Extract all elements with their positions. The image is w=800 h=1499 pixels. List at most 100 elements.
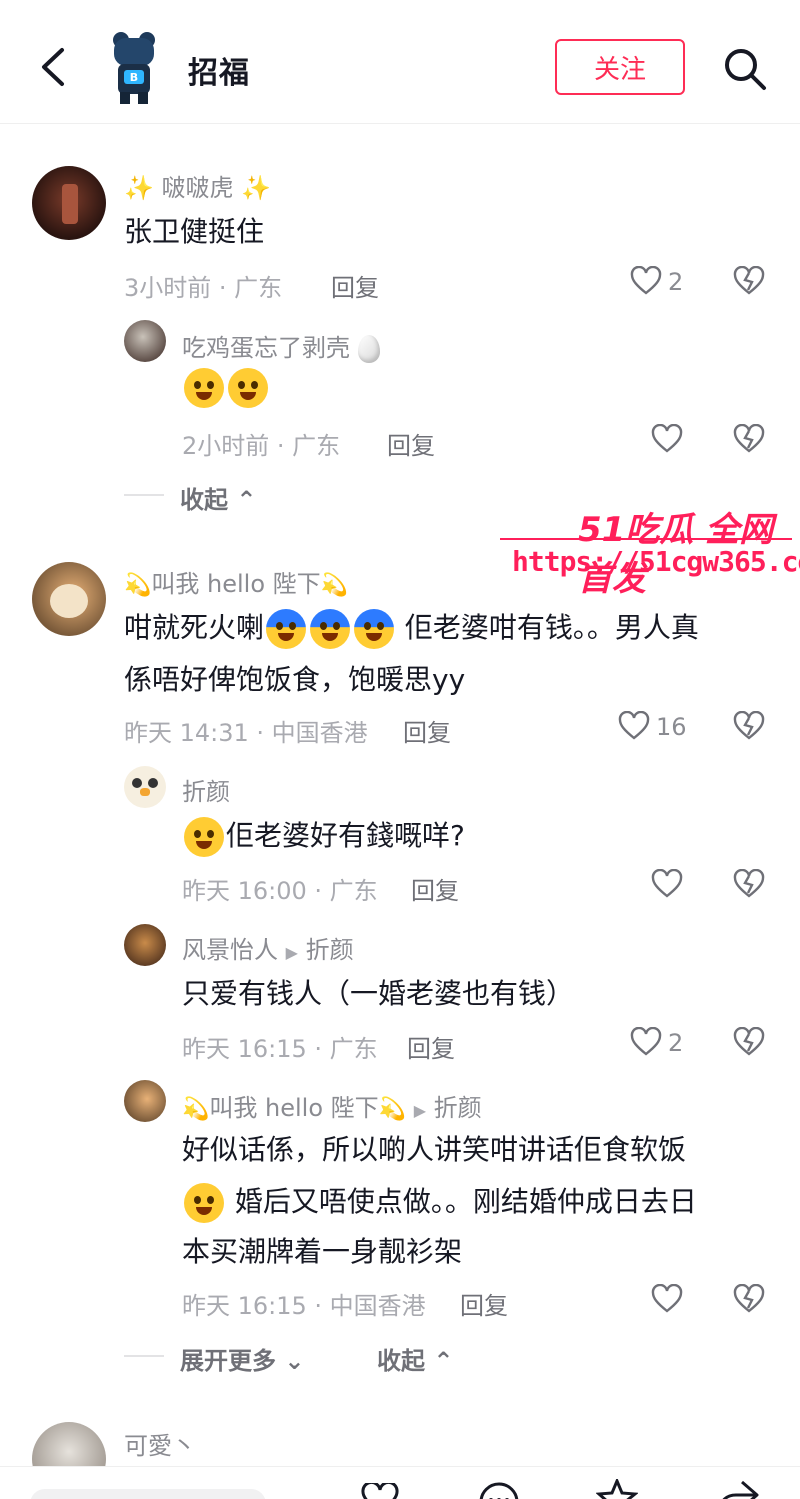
- like-icon[interactable]: [618, 711, 650, 741]
- reply-button[interactable]: 回复: [411, 871, 459, 906]
- reply-text-part: 佢老婆好有錢嘅咩?: [226, 819, 465, 852]
- comment-text-line: 係唔好俾饱饭食，饱暖思yy: [124, 663, 466, 696]
- reply-meta: 昨天 16:00 · 广东: [182, 877, 378, 905]
- like-icon[interactable]: [651, 869, 683, 899]
- like-icon[interactable]: [630, 1027, 662, 1057]
- dislike-icon[interactable]: [733, 711, 765, 741]
- collapse-label: 收起: [180, 486, 228, 514]
- like-icon[interactable]: [360, 1483, 400, 1499]
- egg-icon: [357, 335, 380, 363]
- dislike-icon[interactable]: [733, 1027, 765, 1057]
- crying-laughing-emoji: [184, 368, 224, 408]
- avatar[interactable]: [124, 1080, 166, 1122]
- search-icon[interactable]: [722, 46, 768, 92]
- dislike-icon[interactable]: [733, 869, 765, 899]
- page-title: 招福: [188, 56, 250, 91]
- like-icon[interactable]: [651, 1284, 683, 1314]
- reply-username-text: 叫我 hello 陛下: [209, 1094, 379, 1122]
- reply-button[interactable]: 回复: [407, 1029, 455, 1064]
- comment-text: 咁就死火喇 佢老婆咁有钱。。男人真: [124, 602, 699, 654]
- cold-sweat-emoji: [354, 609, 395, 649]
- reply-text-line: 本买潮牌着一身靓衫架: [182, 1235, 463, 1268]
- chevron-up-icon: ⌃: [236, 486, 257, 514]
- watermark-url: https://51cgw365.com: [512, 545, 800, 578]
- reply-text: 佢老婆好有錢嘅咩?: [182, 810, 465, 862]
- reply-button[interactable]: 回复: [331, 268, 379, 303]
- comment-icon[interactable]: [478, 1481, 520, 1499]
- reply-text-part: 婚后又唔使点做。。刚结婚仲成日去日: [234, 1185, 697, 1218]
- top-bar: B 招福 关注: [0, 0, 800, 124]
- like-count: 2: [668, 268, 684, 296]
- like-count: 16: [656, 713, 687, 741]
- cold-sweat-emoji: [310, 609, 351, 649]
- avatar[interactable]: [32, 166, 106, 240]
- comment-text-part: 咁就死火喇: [124, 611, 265, 644]
- crying-emoji: [184, 817, 224, 857]
- like-count: 2: [668, 1029, 684, 1057]
- reply-username-text: 风景怡人: [182, 936, 278, 964]
- like-icon[interactable]: [630, 266, 662, 296]
- comment-username[interactable]: 可愛丶: [124, 1426, 196, 1461]
- reply-button[interactable]: 回复: [403, 713, 451, 748]
- reply-username[interactable]: 折颜: [182, 772, 230, 807]
- play-arrow-icon: ▶: [413, 1101, 427, 1120]
- author-avatar[interactable]: B: [104, 30, 164, 104]
- share-icon[interactable]: [716, 1479, 760, 1499]
- reply-username[interactable]: 💫叫我 hello 陛下💫 ▶ 折颜: [182, 1088, 482, 1123]
- bottom-action-bar: [0, 1466, 800, 1499]
- comet-icon: 💫: [182, 1097, 210, 1122]
- cold-sweat-emoji: [266, 609, 307, 649]
- comet-icon: 💫: [124, 573, 152, 598]
- collapse-label: 收起: [377, 1347, 425, 1375]
- grinning-sweat-emoji: [184, 1183, 224, 1223]
- chevron-down-icon: ⌄: [284, 1347, 305, 1375]
- expand-more-button[interactable]: 展开更多 ⌄: [180, 1341, 304, 1376]
- crying-laughing-emoji: [228, 368, 268, 408]
- reply-meta: 昨天 16:15 · 广东: [182, 1035, 378, 1063]
- comet-icon: 💫: [320, 573, 349, 598]
- avatar[interactable]: [124, 320, 166, 362]
- reply-text: 只爱有钱人（一婚老婆也有钱）: [182, 977, 575, 1010]
- comment-username[interactable]: ✨ 啵啵虎 ✨: [124, 168, 271, 203]
- expand-label: 展开更多: [180, 1347, 276, 1375]
- username-text: 叫我 hello 陛下: [151, 570, 321, 598]
- svg-text:B: B: [130, 71, 138, 84]
- reply-to-username[interactable]: 折颜: [306, 936, 354, 964]
- chevron-up-icon: ⌃: [433, 1347, 454, 1375]
- star-icon[interactable]: [596, 1479, 638, 1499]
- comet-icon: 💫: [378, 1097, 407, 1122]
- avatar[interactable]: [124, 766, 166, 808]
- reply-text-line: 好似话係，所以啲人讲笑咁讲话佢食软饭: [182, 1133, 687, 1166]
- follow-button[interactable]: 关注: [555, 39, 685, 95]
- watermark-underline: [500, 538, 792, 540]
- divider: [124, 494, 164, 496]
- reply-text-line: 婚后又唔使点做。。刚结婚仲成日去日: [182, 1176, 697, 1228]
- reply-button[interactable]: 回复: [460, 1286, 508, 1321]
- reply-username[interactable]: 吃鸡蛋忘了剥壳: [182, 328, 380, 363]
- comment-meta: 3小时前 · 广东: [124, 274, 283, 302]
- comments-screen: B 招福 关注 ✨ 啵啵虎 ✨ 张卫健挺住 3小时前 · 广东 回复 2 吃鸡蛋…: [0, 0, 800, 1499]
- avatar[interactable]: [124, 924, 166, 966]
- reply-meta: 昨天 16:15 · 中国香港: [182, 1292, 426, 1320]
- reply-username[interactable]: 风景怡人 ▶ 折颜: [182, 930, 354, 965]
- dislike-icon[interactable]: [733, 424, 765, 454]
- like-icon[interactable]: [651, 424, 683, 454]
- comment-meta: 昨天 14:31 · 中国香港: [124, 719, 368, 747]
- collapse-button[interactable]: 收起 ⌃: [180, 480, 256, 515]
- comment-text-part: 佢老婆咁有钱。。男人真: [404, 611, 699, 644]
- comment-username[interactable]: 💫叫我 hello 陛下💫: [124, 564, 348, 599]
- comment-text: 张卫健挺住: [124, 215, 265, 248]
- reply-username-text: 吃鸡蛋忘了剥壳: [182, 334, 350, 362]
- dislike-icon[interactable]: [733, 1284, 765, 1314]
- divider: [124, 1355, 164, 1357]
- reply-button[interactable]: 回复: [387, 426, 435, 461]
- back-icon[interactable]: [36, 44, 72, 90]
- reply-meta: 2小时前 · 广东: [182, 432, 341, 460]
- reply-emoji-text: [182, 368, 270, 408]
- dislike-icon[interactable]: [733, 266, 765, 296]
- collapse-button[interactable]: 收起 ⌃: [377, 1341, 453, 1376]
- avatar[interactable]: [32, 562, 106, 636]
- play-arrow-icon: ▶: [285, 943, 298, 962]
- reply-to-username[interactable]: 折颜: [434, 1094, 482, 1122]
- comment-input[interactable]: [30, 1489, 266, 1499]
